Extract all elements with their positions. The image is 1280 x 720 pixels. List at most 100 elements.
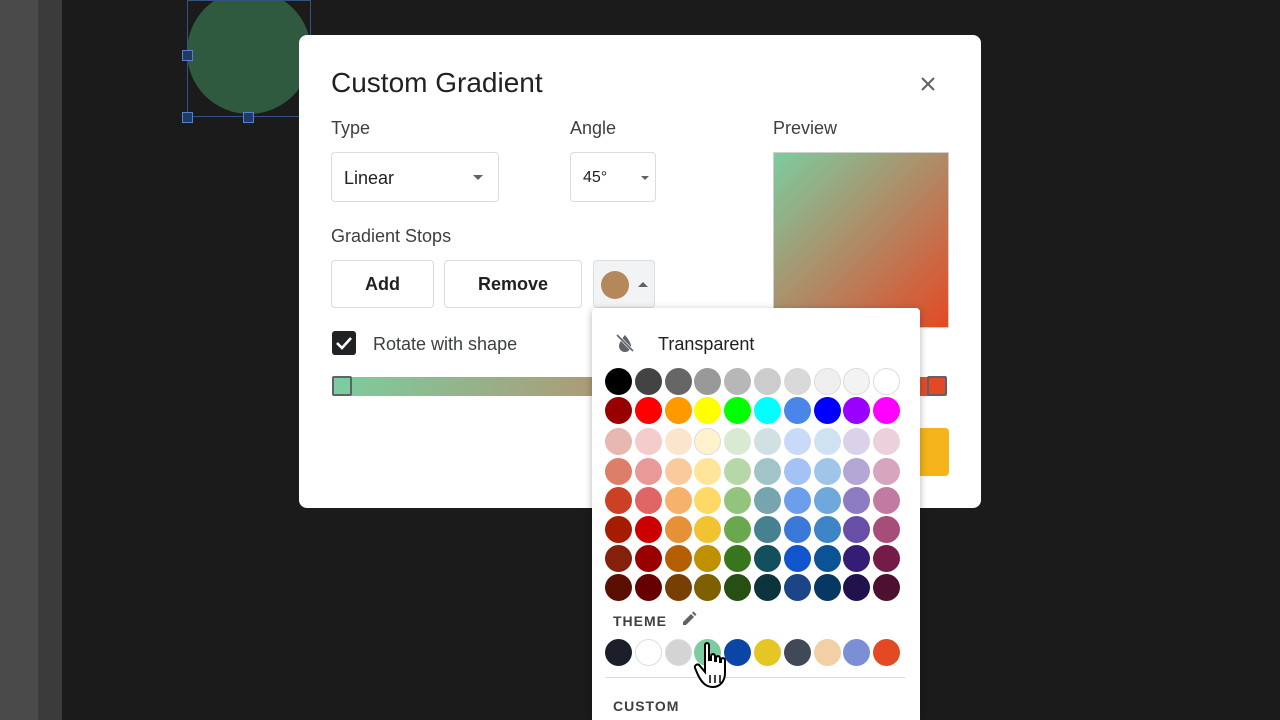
remove-stop-button[interactable]: Remove [444,260,582,308]
color-swatch[interactable] [634,397,662,425]
color-swatch[interactable] [634,516,662,543]
color-swatch[interactable] [873,457,901,485]
type-select[interactable]: Linear [331,152,499,202]
color-swatch[interactable] [694,545,722,573]
stop-color-button[interactable] [593,260,655,308]
color-swatch[interactable] [843,516,871,543]
color-swatch[interactable] [724,486,752,514]
color-swatch[interactable] [754,545,781,573]
color-swatch[interactable] [724,397,752,425]
color-swatch[interactable] [783,397,811,425]
color-swatch[interactable] [843,428,871,456]
color-swatch[interactable] [634,545,662,573]
color-swatch[interactable] [813,574,841,602]
color-swatch[interactable] [754,397,781,425]
color-swatch[interactable] [843,486,871,514]
color-swatch[interactable] [783,486,811,514]
color-swatch[interactable] [873,516,901,543]
color-swatch[interactable] [754,368,781,395]
theme-color-swatch[interactable] [634,639,662,666]
color-swatch[interactable] [724,516,752,543]
theme-color-swatch[interactable] [813,639,841,666]
color-swatch[interactable] [634,368,662,395]
rotate-with-shape-checkbox[interactable] [332,331,356,355]
color-swatch[interactable] [843,368,871,395]
color-swatch[interactable] [694,457,722,485]
transparent-option[interactable]: Transparent [592,326,920,360]
color-swatch[interactable] [754,574,781,602]
color-swatch[interactable] [605,486,632,514]
color-swatch[interactable] [754,428,781,456]
color-swatch[interactable] [664,516,692,543]
color-swatch[interactable] [694,574,722,602]
color-swatch[interactable] [664,428,692,456]
color-swatch[interactable] [843,574,871,602]
color-swatch[interactable] [605,428,632,456]
color-swatch[interactable] [813,516,841,543]
color-swatch[interactable] [724,545,752,573]
color-swatch[interactable] [843,397,871,425]
resize-handle-bottom[interactable] [243,112,254,123]
color-swatch[interactable] [783,368,811,395]
color-swatch[interactable] [634,457,662,485]
color-swatch[interactable] [813,368,841,395]
color-swatch[interactable] [634,574,662,602]
color-swatch[interactable] [873,428,901,456]
color-swatch[interactable] [813,545,841,573]
color-swatch[interactable] [873,574,901,602]
theme-color-swatch[interactable] [783,639,811,666]
color-swatch[interactable] [605,368,632,395]
color-swatch[interactable] [783,516,811,543]
color-swatch[interactable] [724,368,752,395]
color-swatch[interactable] [664,545,692,573]
color-swatch[interactable] [873,397,901,425]
angle-select[interactable]: 45° [570,152,656,202]
color-swatch[interactable] [783,428,811,456]
color-swatch[interactable] [843,457,871,485]
color-swatch[interactable] [664,574,692,602]
color-swatch[interactable] [754,457,781,485]
color-swatch[interactable] [605,516,632,543]
color-swatch[interactable] [813,486,841,514]
color-swatch[interactable] [873,545,901,573]
color-swatch[interactable] [664,397,692,425]
color-swatch[interactable] [694,397,722,425]
edit-pencil-icon[interactable] [680,610,698,628]
gradient-stop-end[interactable] [927,376,947,396]
color-swatch[interactable] [813,428,841,456]
color-swatch[interactable] [694,516,722,543]
color-swatch[interactable] [694,428,722,456]
color-swatch[interactable] [664,368,692,395]
color-swatch[interactable] [664,457,692,485]
theme-color-swatch[interactable] [605,639,632,666]
color-swatch[interactable] [754,486,781,514]
color-swatch[interactable] [605,457,632,485]
color-swatch[interactable] [783,574,811,602]
color-swatch[interactable] [605,574,632,602]
theme-color-swatch[interactable] [843,639,871,666]
color-swatch[interactable] [634,428,662,456]
add-stop-button[interactable]: Add [331,260,434,308]
color-swatch[interactable] [694,486,722,514]
resize-handle-bottom-left[interactable] [182,112,193,123]
color-swatch[interactable] [754,516,781,543]
color-swatch[interactable] [813,457,841,485]
close-icon[interactable] [915,71,941,97]
color-swatch[interactable] [724,457,752,485]
color-swatch[interactable] [873,368,901,395]
color-swatch[interactable] [783,545,811,573]
canvas-shape-selection[interactable] [182,0,311,123]
color-swatch[interactable] [724,574,752,602]
color-swatch[interactable] [694,368,722,395]
theme-color-swatch[interactable] [873,639,901,666]
theme-color-swatch[interactable] [664,639,692,666]
color-swatch[interactable] [783,457,811,485]
color-swatch[interactable] [843,545,871,573]
color-swatch[interactable] [664,486,692,514]
resize-handle-left[interactable] [182,50,193,61]
color-swatch[interactable] [724,428,752,456]
color-swatch[interactable] [873,486,901,514]
theme-color-swatch[interactable] [754,639,781,666]
color-swatch[interactable] [605,397,632,425]
color-swatch[interactable] [605,545,632,573]
